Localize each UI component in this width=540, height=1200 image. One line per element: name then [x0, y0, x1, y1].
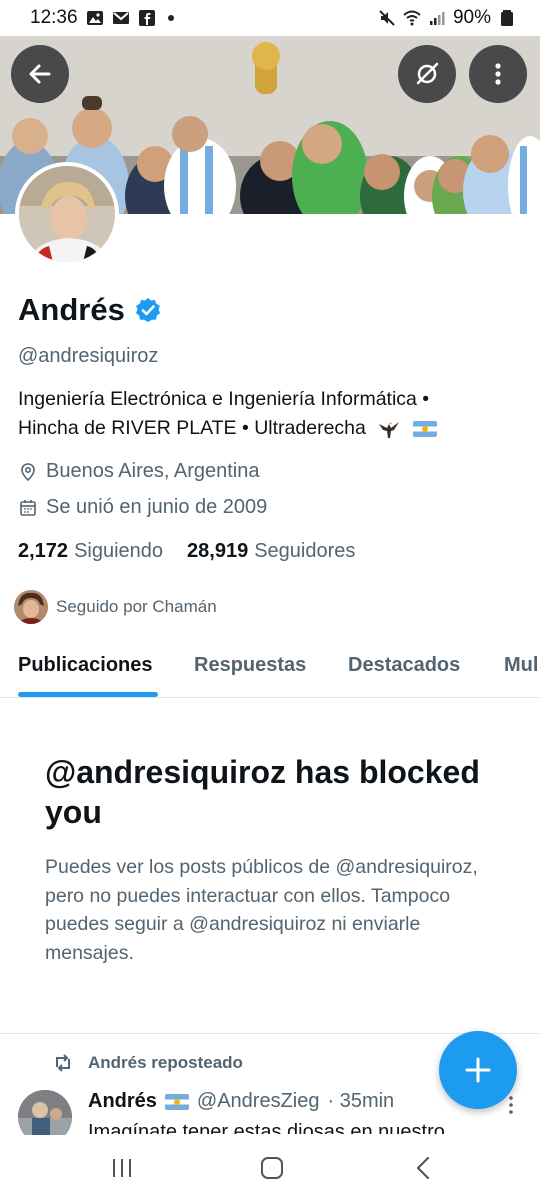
followers-label: Seguidores: [254, 540, 356, 562]
follow-stats: 2,172 Siguiendo 28,919 Seguidores: [18, 540, 355, 563]
more-vertical-icon: [495, 63, 501, 85]
tab-multimedia[interactable]: Mul: [504, 654, 538, 677]
plus-icon: [465, 1057, 491, 1083]
profile-tabs: Publicaciones Respuestas Destacados Mul: [0, 640, 540, 698]
bio-line-2-wrap: Hincha de RIVER PLATE • Ultraderecha: [18, 414, 528, 443]
tab-respuestas[interactable]: Respuestas: [194, 654, 306, 677]
location-row: Buenos Aires, Argentina: [18, 460, 259, 483]
followed-by-row[interactable]: Seguido por Chamán: [14, 590, 217, 624]
battery-level: 90%: [452, 7, 491, 28]
profile-bio: Ingeniería Electrónica e Ingeniería Info…: [18, 385, 528, 443]
verified-badge-icon[interactable]: [135, 297, 161, 323]
recent-apps-icon: [113, 1159, 131, 1177]
back-button[interactable]: [11, 45, 69, 103]
argentina-flag-icon: [164, 1093, 189, 1110]
profile-avatar[interactable]: [15, 162, 119, 266]
mute-icon: [378, 9, 396, 27]
status-bar: 12:36 90%: [0, 0, 540, 36]
joined-text: Se unió en junio de 2009: [46, 496, 268, 518]
facebook-icon: [138, 9, 156, 27]
followers-count: 28,919: [187, 540, 249, 562]
eagle-emoji-icon: [379, 421, 400, 438]
follower-avatar: [14, 590, 48, 624]
joined-row: Se unió en junio de 2009: [18, 496, 267, 519]
profile-name: Andrés: [18, 292, 125, 327]
gmail-icon: [112, 9, 130, 27]
signal-icon: [428, 9, 446, 27]
system-nav-bar: [0, 1135, 540, 1200]
section-divider: [0, 1033, 540, 1034]
notification-dot: [167, 15, 174, 21]
avatar-photo: [19, 166, 115, 262]
profile-name-row: Andrés: [18, 292, 161, 328]
tweet-text[interactable]: Imagínate tener estas diosas en nuestro: [88, 1120, 488, 1134]
tweet-time: · 35min: [327, 1090, 395, 1112]
blocked-title: @andresiquiroz has blocked you: [45, 754, 480, 830]
bio-line-2: Hincha de RIVER PLATE • Ultraderecha: [18, 417, 366, 439]
tab-destacados[interactable]: Destacados: [348, 654, 460, 677]
recent-apps-button[interactable]: [102, 1153, 142, 1183]
profile-handle: @andresiquiroz: [18, 345, 159, 367]
location-pin-icon: [21, 462, 35, 481]
location-text: Buenos Aires, Argentina: [46, 460, 260, 482]
calendar-icon: [20, 499, 36, 516]
followers-link[interactable]: 28,919 Seguidores: [187, 540, 355, 563]
active-tab-indicator: [18, 692, 158, 697]
repost-indicator: Andrés reposteado: [52, 1052, 243, 1074]
repost-label: Andrés reposteado: [88, 1053, 243, 1072]
home-button[interactable]: [252, 1153, 292, 1183]
wifi-icon: [403, 9, 421, 27]
status-time: 12:36: [30, 7, 78, 28]
following-label: Siguiendo: [74, 540, 164, 562]
tab-publicaciones[interactable]: Publicaciones: [18, 654, 153, 677]
argentina-flag-icon: [412, 420, 437, 437]
system-back-button[interactable]: [404, 1153, 444, 1183]
more-options-button[interactable]: [469, 45, 527, 103]
home-icon: [261, 1157, 283, 1179]
compose-button[interactable]: [439, 1031, 517, 1109]
followed-by-text: Seguido por Chamán: [56, 597, 217, 616]
chevron-left-icon: [416, 1156, 430, 1180]
tweet-more-icon[interactable]: [506, 1094, 516, 1116]
tweet-author-handle[interactable]: @AndresZieg: [197, 1090, 320, 1113]
blocked-description: Puedes ver los posts públicos de @andres…: [45, 856, 478, 964]
following-count: 2,172: [18, 540, 69, 562]
grok-icon: [416, 62, 439, 85]
following-link[interactable]: 2,172 Siguiendo: [18, 540, 163, 563]
arrow-left-icon: [29, 64, 51, 84]
repost-icon: [56, 1054, 70, 1072]
tweet-author-name[interactable]: Andrés: [88, 1090, 157, 1113]
bio-line-1: Ingeniería Electrónica e Ingeniería Info…: [18, 388, 430, 410]
tweet-header: Andrés @AndresZieg · 35min: [88, 1090, 394, 1113]
battery-icon: [498, 9, 516, 27]
gallery-icon: [86, 9, 104, 27]
grok-button[interactable]: [398, 45, 456, 103]
